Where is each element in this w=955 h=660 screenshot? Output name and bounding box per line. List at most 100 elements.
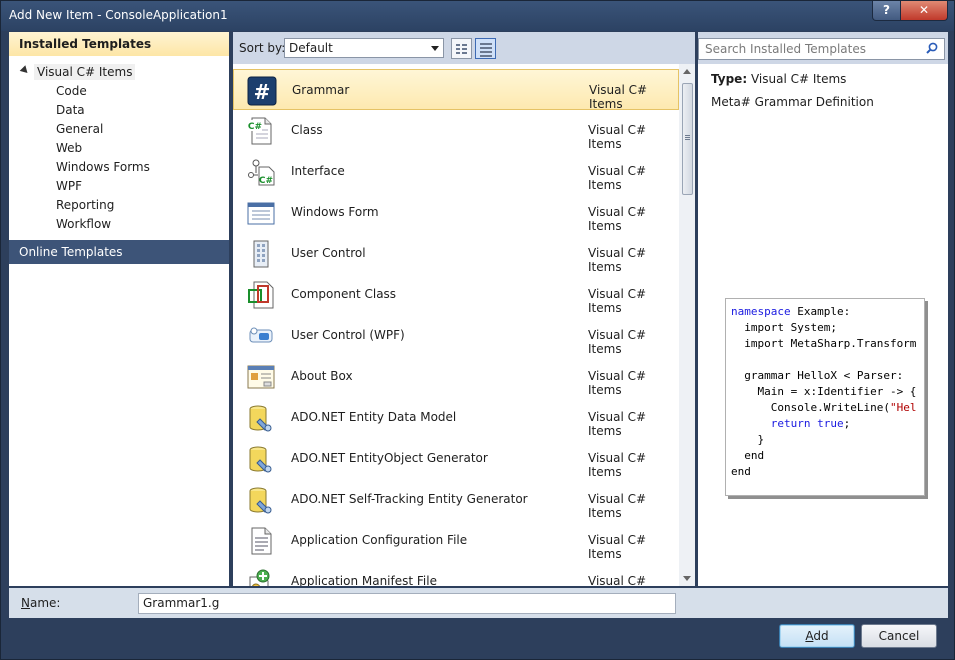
template-row[interactable]: ADO.NET EntityObject Generator Visual C# … — [233, 438, 679, 479]
template-type: Visual C# Items — [588, 246, 647, 274]
template-name: Interface — [291, 164, 345, 178]
template-name: Application Manifest File — [291, 574, 437, 586]
config-file-icon — [251, 527, 272, 555]
template-row[interactable]: Application Configuration File Visual C# … — [233, 520, 679, 561]
sort-by-dropdown[interactable]: Default — [284, 38, 444, 58]
type-value: Visual C# Items — [750, 72, 847, 86]
details-view-button[interactable] — [475, 38, 496, 59]
template-name: Class — [291, 123, 323, 137]
tree-item-workflow[interactable]: Workflow — [56, 217, 111, 236]
add-new-item-dialog: Add New Item - ConsoleApplication1 ? ✕ I… — [0, 0, 955, 660]
close-button[interactable]: ✕ — [900, 1, 948, 21]
template-list-scrollbar[interactable] — [679, 64, 695, 586]
about-box-icon — [247, 365, 275, 389]
template-type: Visual C# Items — [588, 451, 647, 479]
template-row[interactable]: Component Class Visual C# Items — [233, 274, 679, 315]
title-bar: Add New Item - ConsoleApplication1 ? ✕ — [1, 1, 954, 31]
tree-item-wpf[interactable]: WPF — [56, 179, 82, 198]
cancel-button[interactable]: Cancel — [861, 624, 937, 648]
template-name: About Box — [291, 369, 353, 383]
small-icons-view-button[interactable] — [451, 38, 472, 59]
help-button[interactable]: ? — [872, 1, 901, 21]
wpf-user-control-icon — [249, 327, 273, 343]
template-type: Type: Visual C# Items — [711, 72, 846, 86]
template-type: Visual C# Items — [588, 492, 647, 520]
template-row[interactable]: Application Manifest File Visual C# Items — [233, 561, 679, 586]
code-preview: namespace Example: import System; import… — [725, 298, 925, 496]
template-name: Application Configuration File — [291, 533, 468, 547]
expand-arrow-icon[interactable] — [19, 65, 31, 76]
scrollbar-thumb[interactable] — [682, 83, 693, 195]
grammar-icon: # — [247, 76, 277, 106]
database-icon — [249, 405, 272, 432]
template-row[interactable]: C# Interface Visual C# Items — [233, 151, 679, 192]
template-type: Visual C# Items — [588, 574, 647, 586]
template-row[interactable]: ADO.NET Entity Data Model Visual C# Items — [233, 397, 679, 438]
name-label: Name: — [21, 596, 61, 610]
template-categories-pane: Installed Templates Visual C# Items Code… — [9, 32, 229, 586]
template-type: Visual C# Items — [588, 533, 647, 561]
name-bar: Name: Grammar1.g — [9, 588, 948, 618]
template-name: Component Class — [291, 287, 397, 301]
search-bar: Search Installed Templates — [698, 32, 948, 64]
code-preview-text: namespace Example: import System; import… — [731, 305, 917, 478]
template-list[interactable]: # Grammar Visual C# Items C# Class Visual C# … — [233, 64, 679, 586]
template-type: Visual C# Items — [588, 164, 647, 192]
template-type: Visual C# Items — [588, 123, 647, 151]
installed-templates-header[interactable]: Installed Templates — [9, 32, 229, 56]
tree-item-general[interactable]: General — [56, 122, 103, 141]
search-input[interactable]: Search Installed Templates — [698, 38, 945, 60]
template-details-pane: Search Installed Templates Type: Visual … — [698, 32, 948, 586]
manifest-file-icon — [249, 569, 270, 586]
template-row[interactable]: ADO.NET Self-Tracking Entity Generator Vi… — [233, 479, 679, 520]
template-row[interactable]: # Grammar Visual C# Items — [233, 69, 679, 111]
user-control-icon — [253, 240, 269, 268]
search-placeholder: Search Installed Templates — [705, 42, 866, 56]
template-name: User Control (WPF) — [291, 328, 405, 342]
window-title: Add New Item - ConsoleApplication1 — [9, 8, 228, 22]
tree-node-label[interactable]: Visual C# Items — [34, 64, 136, 80]
online-templates-header[interactable]: Online Templates — [9, 240, 229, 264]
template-row[interactable]: User Control (WPF) Visual C# Items — [233, 315, 679, 356]
dialog-footer: Add Cancel — [1, 618, 954, 659]
template-name: Windows Form — [291, 205, 379, 219]
template-type: Visual C# Items — [588, 287, 647, 315]
tree-item-reporting[interactable]: Reporting — [56, 198, 114, 217]
template-row[interactable]: Windows Form Visual C# Items — [233, 192, 679, 233]
sort-by-value: Default — [289, 41, 333, 55]
tree-item-code[interactable]: Code — [56, 84, 87, 103]
template-name: ADO.NET Entity Data Model — [291, 410, 457, 424]
name-input[interactable]: Grammar1.g — [138, 593, 676, 614]
search-icon[interactable] — [926, 42, 938, 54]
add-button[interactable]: Add — [779, 624, 855, 648]
svg-text:C#: C# — [248, 122, 262, 132]
template-name: Grammar — [292, 83, 350, 97]
template-type: Visual C# Items — [588, 328, 647, 356]
template-name: ADO.NET EntityObject Generator — [291, 451, 488, 465]
sort-toolbar: Sort by: Default — [233, 32, 695, 64]
class-icon: C# — [248, 117, 272, 145]
template-name: User Control — [291, 246, 366, 260]
tree-node-visual-csharp-items[interactable]: Visual C# Items — [9, 63, 229, 83]
database-icon — [249, 487, 272, 514]
template-type: Visual C# Items — [588, 369, 647, 397]
template-description: Meta# Grammar Definition — [711, 95, 874, 109]
chevron-down-icon — [431, 46, 439, 51]
sort-by-label: Sort by: — [239, 41, 286, 55]
template-row[interactable]: About Box Visual C# Items — [233, 356, 679, 397]
svg-text:C#: C# — [259, 176, 273, 186]
tree-item-windows-forms[interactable]: Windows Forms — [56, 160, 150, 179]
windows-form-icon — [247, 202, 275, 225]
scroll-up-icon[interactable] — [683, 69, 691, 74]
database-icon — [249, 446, 272, 473]
svg-text:#: # — [254, 80, 271, 104]
template-row[interactable]: C# Class Visual C# Items — [233, 110, 679, 151]
template-type: Visual C# Items — [588, 205, 647, 233]
template-type: Visual C# Items — [589, 83, 648, 111]
tree-item-data[interactable]: Data — [56, 103, 85, 122]
template-type: Visual C# Items — [588, 410, 647, 438]
template-row[interactable]: User Control Visual C# Items — [233, 233, 679, 274]
type-label: Type: — [711, 72, 748, 86]
scroll-down-icon[interactable] — [683, 576, 691, 581]
tree-item-web[interactable]: Web — [56, 141, 82, 160]
